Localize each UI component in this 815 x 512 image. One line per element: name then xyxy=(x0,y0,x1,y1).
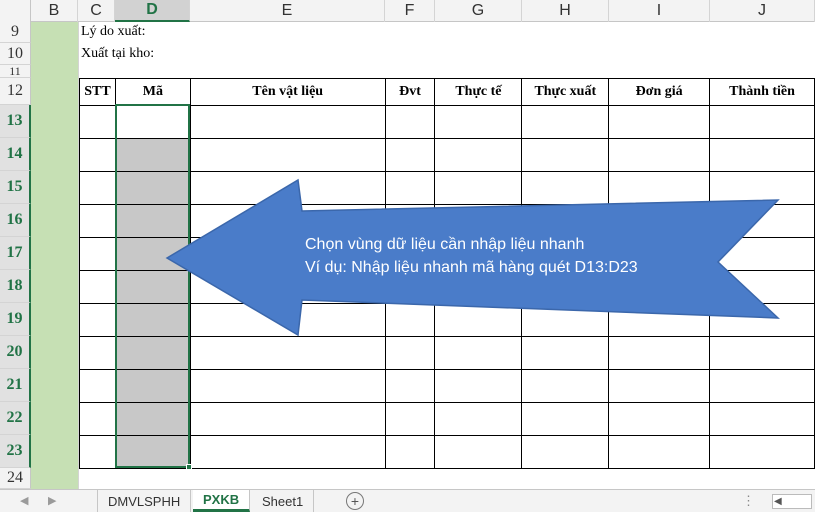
sheet-tab-bar: ◀ ▶ DMVLSPHH PXKB Sheet1 + ⋮ ◀ xyxy=(0,489,815,512)
callout-arrow-shape xyxy=(165,178,780,337)
prev-sheet-icon[interactable]: ◀ xyxy=(20,494,28,507)
scroll-left-icon[interactable]: ◀ xyxy=(774,496,782,507)
tab-sheet1[interactable]: Sheet1 xyxy=(252,490,315,512)
add-sheet-icon[interactable]: + xyxy=(346,492,364,510)
next-sheet-icon[interactable]: ▶ xyxy=(48,494,56,507)
more-options-icon[interactable]: ⋮ xyxy=(742,493,755,509)
callout-line-1: Chọn vùng dữ liệu cần nhập liệu nhanh xyxy=(305,236,585,253)
callout-line-2: Ví dụ: Nhập liệu nhanh mã hàng quét D13:… xyxy=(305,259,638,276)
tab-pxkb[interactable]: PXKB xyxy=(193,490,251,512)
tab-dmvlsphh[interactable]: DMVLSPHH xyxy=(97,490,192,512)
